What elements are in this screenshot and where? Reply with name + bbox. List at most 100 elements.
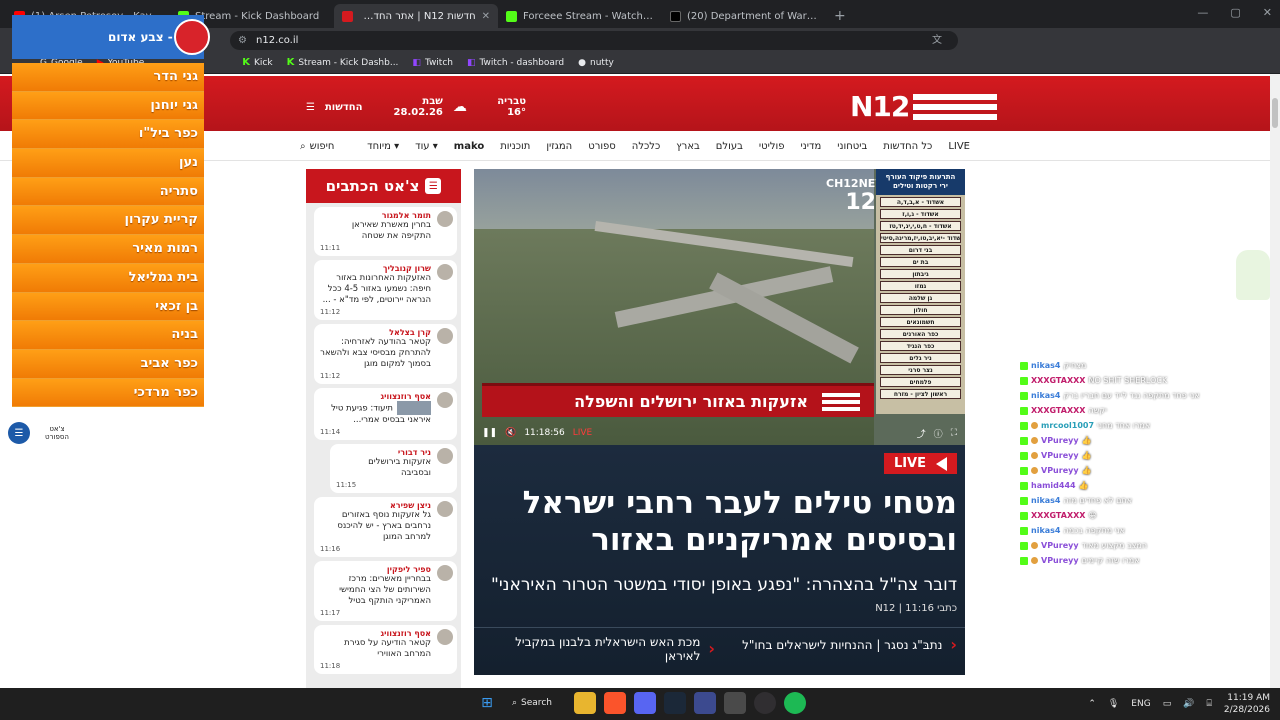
- nav-item-shows[interactable]: תוכניות: [500, 141, 530, 152]
- live-badge[interactable]: LIVE: [883, 453, 957, 474]
- clock[interactable]: 11:19 AM 2/28/2026: [1224, 692, 1270, 716]
- nav-item-special[interactable]: מיוחד ▾: [367, 141, 399, 152]
- chat-message[interactable]: אסף רוזנצוויג תיעוד: פגיעת טיל איראני בב…: [314, 388, 457, 440]
- logo-bars: [913, 93, 998, 120]
- chat-message[interactable]: ספיר ליפקין בבחריין מאשרים: מרכז השירותי…: [314, 561, 457, 621]
- kick-icon: [1020, 451, 1028, 460]
- app-icon[interactable]: [694, 692, 716, 714]
- nav-item-live[interactable]: LIVE: [948, 141, 970, 152]
- mute-icon[interactable]: 🔇: [505, 428, 516, 438]
- share-icon[interactable]: ⤴: [917, 427, 926, 440]
- avatar: [437, 629, 453, 645]
- video-thumbnail[interactable]: [397, 401, 431, 415]
- nav-item-israel[interactable]: בארץ: [676, 141, 700, 152]
- nav-item-diplomatic[interactable]: מדיני: [801, 141, 822, 152]
- related-article[interactable]: ‹ מכת האש הישראלית בלבנון במקביל לאיראן: [515, 635, 715, 663]
- address-bar[interactable]: ⚙ n12.co.il 文: [230, 31, 958, 50]
- scrollbar-thumb[interactable]: [1272, 98, 1278, 128]
- kick-icon: [1020, 556, 1028, 565]
- chat-bubble-icon[interactable]: ☰: [8, 422, 30, 444]
- pause-icon[interactable]: ❚❚: [482, 428, 497, 438]
- stream-chat-message: VPureyy 👍: [1020, 448, 1260, 463]
- menu-icon[interactable]: ☰: [306, 102, 315, 113]
- display-icon[interactable]: ▭: [1163, 699, 1172, 709]
- alert-location: כפר האורנים: [880, 329, 961, 339]
- alert-town: בניה: [12, 321, 204, 350]
- nav-item-security[interactable]: ביטחוני: [837, 141, 867, 152]
- headline-title[interactable]: מטחי טילים לעבר רחבי ישראל ובסיסים אמריק…: [487, 485, 957, 559]
- related-article[interactable]: ‹ נתבּ"ג נסגר | ההנחיות לישראלים בחו"ל: [742, 635, 957, 654]
- chat-message[interactable]: תומר אלמגור בחרין מאשרת שאיראן התקיפה את…: [314, 207, 457, 256]
- red-alert-town-list: גני הדר גני יוחנן כפר ביל"ו נען סתריה קר…: [12, 63, 204, 408]
- brave-browser-icon[interactable]: [604, 692, 626, 714]
- bookmark-twitch[interactable]: ◧ Twitch: [412, 58, 453, 68]
- taskbar-search[interactable]: ⌕ Search: [506, 692, 566, 714]
- main-headline-card[interactable]: LIVE מטחי טילים לעבר רחבי ישראל ובסיסים …: [474, 445, 965, 675]
- nav-item-sport[interactable]: ספורט: [588, 141, 616, 152]
- chat-message[interactable]: אסף רוזנצוויג קטאר הודיעה על סגירת המרחב…: [314, 625, 457, 674]
- search-button[interactable]: ⌕ חיפוש: [300, 141, 334, 152]
- network-icon[interactable]: ⌸: [1206, 699, 1211, 709]
- n12-logo[interactable]: N12: [850, 90, 998, 123]
- timecode: 11:18:56: [524, 428, 565, 438]
- kick-icon: [1020, 526, 1028, 535]
- alert-location: בת ים: [880, 257, 961, 267]
- discord-icon[interactable]: [634, 692, 656, 714]
- new-tab-button[interactable]: +: [826, 8, 854, 28]
- alert-town: גני הדר: [12, 63, 204, 92]
- kick-icon: [506, 10, 517, 22]
- translate-icon[interactable]: 文: [932, 31, 948, 50]
- nav-item-magazine[interactable]: המגזין: [546, 141, 572, 152]
- chat-message[interactable]: ניצן שפירא גל אזעקות נוסף באזורים נרחבים…: [314, 497, 457, 557]
- browser-tab-x[interactable]: (20) Department of War us (@Deptof: [662, 4, 826, 28]
- nav-item-world[interactable]: בעולם: [716, 141, 743, 152]
- close-tab-icon[interactable]: ✕: [482, 11, 490, 22]
- alert-town: כפר אביב: [12, 349, 204, 379]
- chat-message[interactable]: קרן בצלאל קטאר בהודעה לאזרחיה: להתרחק מב…: [314, 324, 457, 384]
- microphone-icon[interactable]: 🎙: [1108, 699, 1119, 709]
- alert-location: אשדוד - ח,ט,י,יג,יד,טז: [880, 221, 961, 231]
- kick-icon: [1020, 541, 1028, 550]
- info-icon[interactable]: ⓘ: [934, 427, 943, 440]
- site-info-icon[interactable]: ⚙: [238, 31, 247, 50]
- spotify-icon[interactable]: [784, 692, 806, 714]
- chevron-up-icon[interactable]: ⌃: [1088, 699, 1096, 709]
- bookmark-twitch-dashboard[interactable]: ◧ Twitch - dashboard: [467, 58, 564, 68]
- maximize-icon[interactable]: ▢: [1230, 6, 1240, 19]
- app-icon[interactable]: [724, 692, 746, 714]
- browser-tab-kick-forceee[interactable]: Forceee Stream - Watch Live on Kick: [498, 4, 662, 28]
- nav-item-all-news[interactable]: כל החדשות: [883, 141, 932, 152]
- sports-chat-label[interactable]: צ'אט הספורט: [38, 423, 76, 443]
- bookmark-kick[interactable]: K Kick: [242, 57, 272, 68]
- bookmark-nutty[interactable]: ● nutty: [578, 58, 614, 68]
- nav-item-economy[interactable]: כלכלה: [632, 141, 660, 152]
- kick-icon: [1020, 436, 1028, 445]
- nav-item-more[interactable]: עוד ▾: [415, 141, 438, 152]
- live-video-player[interactable]: CH12NEWS 12 התרעות פיקוד העורף ירי רקטות…: [474, 169, 965, 445]
- browser-tab-n12[interactable]: חדשות N12 | אתר החדשות שו ✕: [334, 4, 498, 28]
- mascot-overlay: [1236, 250, 1270, 300]
- fullscreen-icon[interactable]: ⛶: [951, 428, 957, 438]
- minimize-icon[interactable]: —: [1197, 6, 1208, 19]
- search-icon: ⌕: [300, 140, 306, 152]
- alert-location: אשדוד - ג,ו,ז: [880, 209, 961, 219]
- windows-start-icon[interactable]: ⊞: [476, 692, 498, 714]
- alert-location: בני דרום: [880, 245, 961, 255]
- volume-icon[interactable]: 🔊: [1183, 699, 1194, 709]
- chat-message[interactable]: ניר דבורי אזעקות בירושלים ובסביבה 11:15: [330, 444, 457, 493]
- file-explorer-icon[interactable]: [574, 692, 596, 714]
- kick-icon: [1020, 511, 1028, 520]
- avatar: [437, 501, 453, 517]
- steam-icon[interactable]: [664, 692, 686, 714]
- nav-item-politics[interactable]: פוליטי: [759, 141, 785, 152]
- nutty-icon: ●: [578, 57, 587, 68]
- page-scrollbar[interactable]: [1270, 74, 1280, 688]
- live-indicator[interactable]: LIVE: [573, 428, 593, 438]
- language-indicator[interactable]: ENG: [1131, 699, 1150, 709]
- obs-icon[interactable]: [754, 692, 776, 714]
- nav-item-mako[interactable]: mako: [454, 141, 484, 152]
- chat-message[interactable]: שרון קנובליך האזעקות האחרונות באזור חיפה…: [314, 260, 457, 320]
- news-link[interactable]: החדשות: [325, 102, 362, 113]
- bookmark-kick-dashboard[interactable]: K Stream - Kick Dashb...: [287, 57, 399, 68]
- close-window-icon[interactable]: ✕: [1263, 6, 1272, 19]
